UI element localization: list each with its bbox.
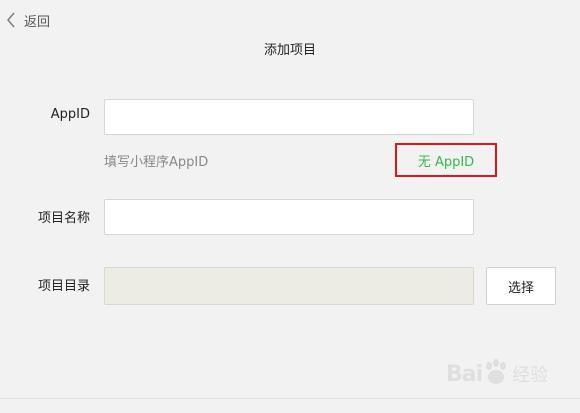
page-title: 添加项目: [263, 43, 316, 58]
project-name-label: 项目名称: [37, 211, 90, 226]
back-button[interactable]: 返回: [6, 10, 50, 30]
appid-label: AppID: [50, 107, 90, 122]
watermark-text-left: Bai: [446, 361, 483, 387]
back-label: 返回: [24, 14, 51, 30]
project-name-input[interactable]: [104, 199, 474, 235]
no-appid-link-label: 无 AppID: [417, 154, 475, 170]
paw-icon: [483, 358, 509, 390]
project-dir-input[interactable]: [104, 267, 474, 305]
no-appid-link[interactable]: 无 AppID: [395, 143, 497, 177]
appid-input[interactable]: [104, 99, 474, 135]
project-dir-label: 项目目录: [37, 279, 90, 294]
appid-hint: 填写小程序AppID: [104, 155, 209, 170]
bottom-divider: [0, 398, 580, 399]
watermark-text-right: 经验: [512, 365, 549, 386]
select-directory-button[interactable]: 选择: [486, 267, 556, 305]
watermark: Bai 经验: [446, 352, 576, 396]
chevron-left-icon: [6, 12, 16, 28]
